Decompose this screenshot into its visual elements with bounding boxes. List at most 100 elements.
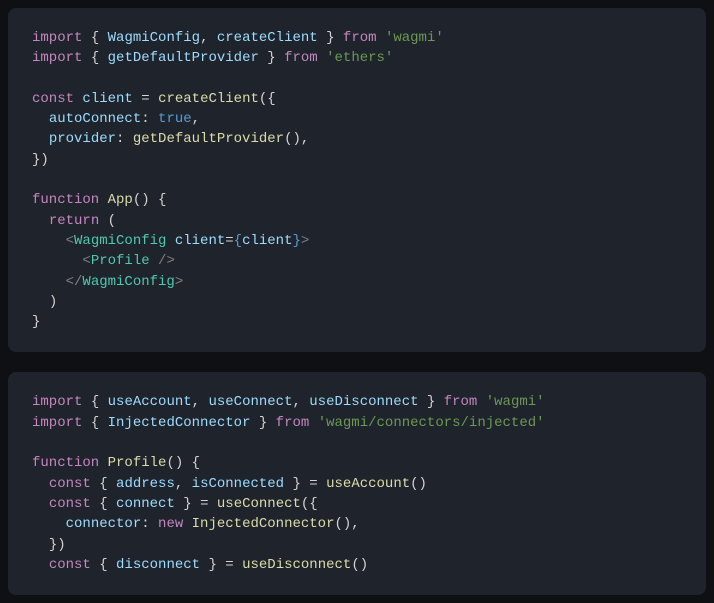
identifier: client [242,233,292,249]
brace: } [200,557,217,573]
function: useAccount [326,476,410,492]
angle: > [175,274,183,290]
code-pre-2: import { useAccount, useConnect, useDisc… [32,392,682,575]
function: App [108,192,133,208]
comma: , [192,394,209,410]
brace: { [234,233,242,249]
identifier: disconnect [116,557,200,573]
property: connector [66,516,142,532]
function: createClient [158,91,259,107]
paren: }) [32,152,49,168]
keyword: function [32,192,108,208]
paren: (), [334,516,359,532]
identifier: useAccount [108,394,192,410]
op: = [217,557,242,573]
string: 'ethers' [326,50,393,66]
space [150,253,158,269]
function: useConnect [217,496,301,512]
colon: : [141,111,158,127]
colon: : [116,131,133,147]
paren: () { [133,192,167,208]
brace: } [32,314,40,330]
keyword: function [32,455,108,471]
brace: { [91,30,108,46]
brace: } [293,233,301,249]
brace: { [91,50,108,66]
identifier: WagmiConfig [108,30,200,46]
indent [32,294,49,310]
identifier: useDisconnect [309,394,418,410]
brace: { [91,415,108,431]
brace: { [91,394,108,410]
indent [32,111,49,127]
identifier: client [82,91,132,107]
paren: ({ [301,496,318,512]
angle: </ [66,274,83,290]
brace: } [250,415,267,431]
identifier: createClient [217,30,318,46]
keyword: import [32,415,82,431]
paren: ( [99,213,116,229]
string: 'wagmi' [486,394,545,410]
identifier: getDefaultProvider [108,50,259,66]
indent [32,274,66,290]
angle: < [82,253,90,269]
keyword: import [32,394,82,410]
indent [32,253,82,269]
function: Profile [108,455,167,471]
string: 'wagmi/connectors/injected' [318,415,545,431]
comma: , [175,476,192,492]
indent [32,213,49,229]
jsx-attr: client [175,233,225,249]
angle: < [66,233,74,249]
indent [32,496,49,512]
keyword: new [158,516,192,532]
keyword: from [276,50,326,66]
brace: { [99,557,116,573]
brace: } [284,476,301,492]
jsx-tag: WagmiConfig [82,274,174,290]
indent [32,557,49,573]
brace: } [419,394,436,410]
comma: , [192,111,200,127]
property: provider [49,131,116,147]
angle: /> [158,253,175,269]
brace: { [99,476,116,492]
keyword: return [49,213,99,229]
code-block-1: import { WagmiConfig, createClient } fro… [8,8,706,352]
brace: } [259,50,276,66]
indent [32,516,66,532]
op: = [192,496,217,512]
property: autoConnect [49,111,141,127]
keyword: const [49,496,99,512]
space [166,233,174,249]
code-block-2: import { useAccount, useConnect, useDisc… [8,372,706,595]
op: = [301,476,326,492]
indent [32,233,66,249]
brace: } [175,496,192,512]
keyword: from [335,30,385,46]
comma: , [292,394,309,410]
paren: }) [49,537,66,553]
brace: { [99,496,116,512]
paren: ({ [259,91,276,107]
identifier: isConnected [192,476,284,492]
code-pre-1: import { WagmiConfig, createClient } fro… [32,28,682,332]
angle: > [301,233,309,249]
keyword: const [32,91,82,107]
colon: : [141,516,158,532]
keyword: const [49,557,99,573]
function: useDisconnect [242,557,351,573]
keyword: from [267,415,317,431]
string: 'wagmi' [385,30,444,46]
boolean: true [158,111,192,127]
jsx-tag: Profile [91,253,150,269]
indent [32,537,49,553]
paren: () { [166,455,200,471]
keyword: const [49,476,99,492]
brace: } [318,30,335,46]
function: getDefaultProvider [133,131,284,147]
paren: ) [49,294,57,310]
indent [32,476,49,492]
paren: () [351,557,368,573]
